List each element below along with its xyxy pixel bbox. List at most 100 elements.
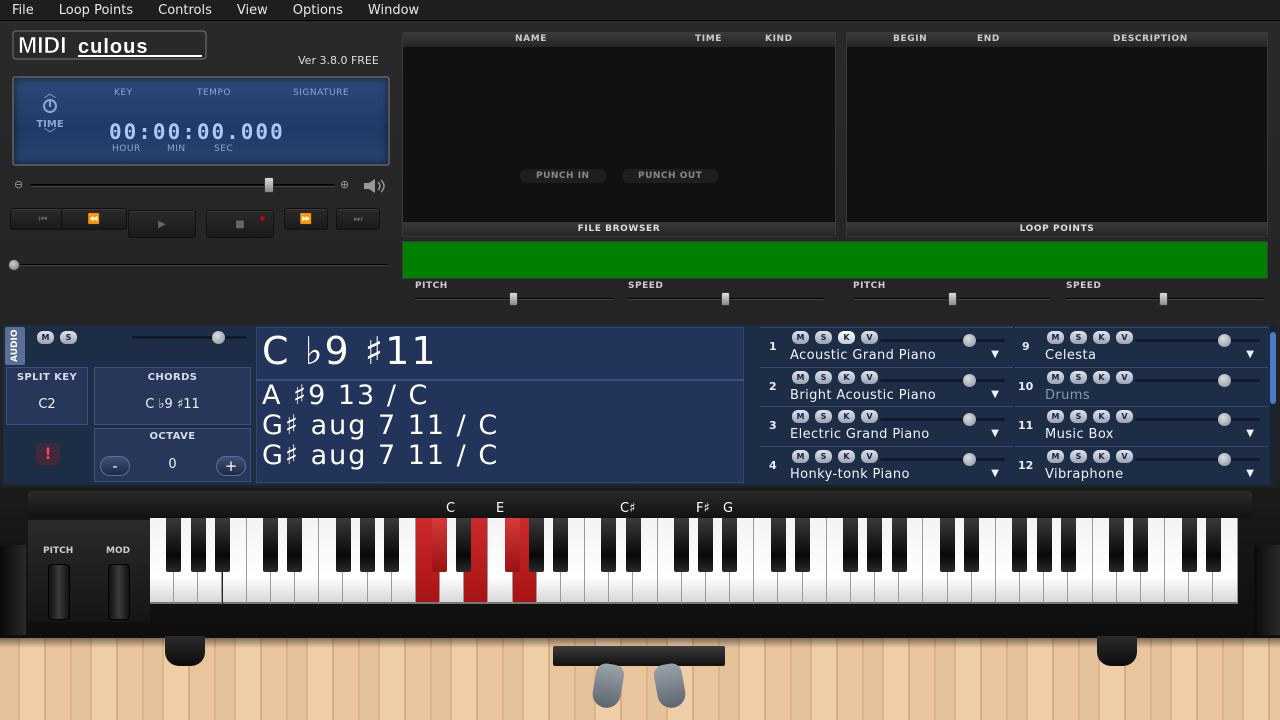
black-key[interactable] [287, 518, 303, 572]
speaker-icon[interactable] [362, 178, 388, 194]
black-key[interactable] [263, 518, 279, 572]
punch-in-button[interactable]: PUNCH IN [520, 169, 606, 183]
col-end[interactable]: END [977, 34, 1000, 44]
audio-tab[interactable]: AUDIO [5, 327, 25, 365]
black-key[interactable] [674, 518, 689, 572]
menu-file[interactable]: File [0, 0, 47, 21]
black-key[interactable] [190, 518, 206, 572]
track-velocity-button[interactable]: V [861, 371, 878, 384]
track-instrument[interactable]: Acoustic Grand Piano [790, 348, 936, 363]
position-slider-track[interactable] [14, 264, 388, 266]
black-key[interactable] [698, 518, 714, 572]
track-mute-button[interactable]: M [792, 450, 809, 463]
dropdown-arrow-icon[interactable]: ▼ [991, 349, 999, 360]
black-key[interactable] [1181, 518, 1197, 572]
track-volume-handle[interactable] [963, 453, 976, 466]
menu-options[interactable]: Options [281, 0, 356, 21]
track-keyboard-button[interactable]: K [1093, 410, 1110, 423]
track-volume-slider[interactable] [1135, 334, 1260, 347]
track-mute-button[interactable]: M [1047, 410, 1064, 423]
track-mute-button[interactable]: M [792, 410, 809, 423]
track-instrument[interactable]: Music Box [1045, 427, 1114, 442]
track-keyboard-button[interactable]: K [838, 331, 855, 344]
menu-loop-points[interactable]: Loop Points [47, 0, 146, 21]
track-keyboard-button[interactable]: K [1093, 331, 1110, 344]
position-slider-handle[interactable] [8, 259, 20, 271]
dropdown-arrow-icon[interactable]: ▼ [991, 389, 999, 400]
track-solo-button[interactable]: S [1070, 371, 1087, 384]
menu-controls[interactable]: Controls [146, 0, 225, 21]
black-key[interactable] [770, 518, 786, 572]
track-volume-handle[interactable] [1218, 413, 1231, 426]
track-keyboard-button[interactable]: K [838, 410, 855, 423]
track-velocity-button[interactable]: V [1116, 450, 1133, 463]
black-key[interactable] [867, 518, 883, 572]
track-instrument[interactable]: Drums [1045, 388, 1090, 403]
track-mute-button[interactable]: M [1047, 371, 1064, 384]
dropdown-arrow-icon[interactable]: ▼ [991, 428, 999, 439]
track-volume-slider[interactable] [880, 374, 1005, 387]
track-solo-button[interactable]: S [815, 371, 832, 384]
track-volume-slider[interactable] [880, 334, 1005, 347]
col-begin[interactable]: BEGIN [893, 34, 927, 44]
track-solo-button[interactable]: S [1070, 410, 1087, 423]
black-key[interactable] [432, 518, 448, 572]
black-key[interactable] [964, 518, 980, 572]
black-key[interactable] [939, 518, 955, 572]
black-key[interactable] [1109, 518, 1125, 572]
track-volume-slider[interactable] [880, 453, 1005, 466]
black-key[interactable] [722, 518, 738, 572]
black-key[interactable] [166, 518, 182, 572]
track-volume-slider[interactable] [1135, 413, 1260, 426]
track-volume-handle[interactable] [1218, 334, 1231, 347]
dropdown-arrow-icon[interactable]: ▼ [1246, 428, 1254, 439]
track-volume-handle[interactable] [1218, 374, 1231, 387]
track-instrument[interactable]: Honky-tonk Piano [790, 467, 910, 482]
black-key[interactable] [528, 518, 544, 572]
track-mute-button[interactable]: M [1047, 450, 1064, 463]
audio-volume-handle[interactable] [212, 331, 225, 344]
pitch-slider-1-handle[interactable] [509, 292, 518, 306]
warning-icon[interactable]: ! [36, 443, 60, 465]
black-key[interactable] [1060, 518, 1076, 572]
track-velocity-button[interactable]: V [1116, 410, 1133, 423]
volume-minus-icon[interactable]: ⊖ [14, 178, 23, 191]
volume-slider-track[interactable] [30, 184, 335, 187]
octave-minus-button[interactable]: - [100, 456, 130, 476]
track-volume-handle[interactable] [963, 334, 976, 347]
menu-view[interactable]: View [225, 0, 281, 21]
track-mute-button[interactable]: M [792, 331, 809, 344]
col-description[interactable]: DESCRIPTION [1113, 34, 1188, 44]
octave-plus-button[interactable]: + [216, 456, 246, 476]
speed-slider-2-handle[interactable] [1159, 292, 1168, 306]
fast-forward-button[interactable]: ⏩ [284, 208, 328, 230]
black-key[interactable] [1036, 518, 1052, 572]
track-velocity-button[interactable]: V [1116, 371, 1133, 384]
track-volume-handle[interactable] [963, 413, 976, 426]
black-key[interactable] [504, 518, 520, 572]
black-key[interactable] [553, 518, 569, 572]
track-solo-button[interactable]: S [1070, 331, 1087, 344]
volume-slider-handle[interactable] [264, 177, 274, 193]
track-solo-button[interactable]: S [815, 450, 832, 463]
pitch-wheel[interactable] [48, 564, 70, 620]
track-solo-button[interactable]: S [815, 410, 832, 423]
track-mute-button[interactable]: M [792, 371, 809, 384]
track-instrument[interactable]: Celesta [1045, 348, 1096, 363]
track-keyboard-button[interactable]: K [1093, 450, 1110, 463]
track-scrollbar-thumb[interactable] [1270, 332, 1276, 404]
track-volume-slider[interactable] [1135, 374, 1260, 387]
black-key[interactable] [335, 518, 351, 572]
col-name[interactable]: NAME [515, 34, 547, 44]
track-mute-button[interactable]: M [1047, 331, 1064, 344]
audio-mute-button[interactable]: M [37, 331, 54, 344]
black-key[interactable] [1205, 518, 1221, 572]
black-key[interactable] [1012, 518, 1028, 572]
rewind-button[interactable]: ⏪ [61, 208, 127, 230]
track-solo-button[interactable]: S [815, 331, 832, 344]
track-velocity-button[interactable]: V [861, 331, 878, 344]
stop-button[interactable]: ■ ● [206, 210, 274, 238]
track-volume-handle[interactable] [963, 374, 976, 387]
play-button[interactable]: ▶ [128, 210, 196, 238]
black-key[interactable] [601, 518, 617, 572]
